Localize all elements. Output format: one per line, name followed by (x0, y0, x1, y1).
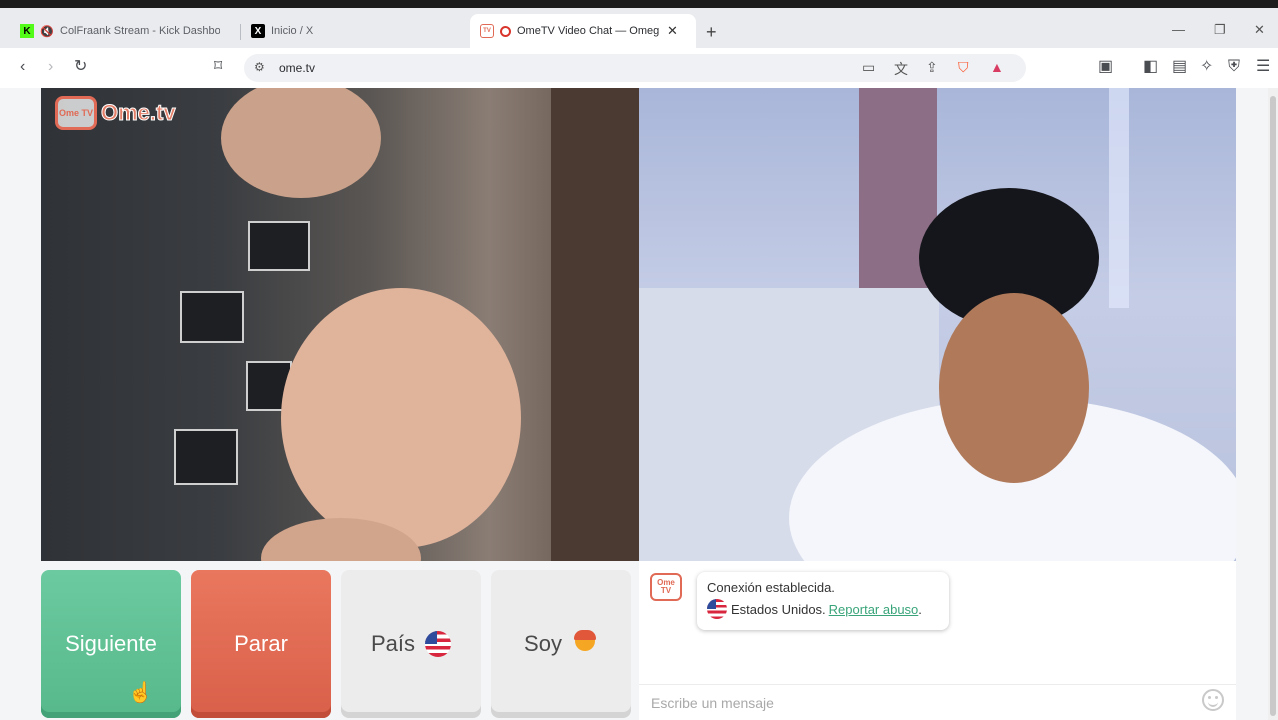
browser-toolbar: ‹ › ↻ ⌑ ⚙ ome.tv ▭ 文 ⇪ ⛉ ▲ ▣ ◧ ▤ ✧ ⛨ ☰ (0, 48, 1278, 88)
vpn-icon[interactable]: ⛨ (1228, 57, 1240, 77)
system-message: Conexión establecida. Estados Unidos. Re… (697, 572, 949, 630)
recording-icon (500, 25, 511, 37)
forward-icon[interactable]: › (48, 57, 53, 77)
message-input[interactable] (639, 684, 1236, 720)
close-window-icon[interactable]: ✕ (1254, 22, 1265, 38)
page-scrollbar[interactable] (1268, 88, 1278, 720)
country-button[interactable]: País (341, 570, 481, 718)
tab-label: OmeTV Video Chat — Omegl (517, 25, 659, 37)
tab-ometv[interactable]: TV OmeTV Video Chat — Omegl ✕ (470, 14, 696, 48)
muted-speaker-icon[interactable]: 🔇 (40, 24, 54, 38)
connection-status: Conexión establecida. (707, 580, 835, 595)
new-tab-button[interactable]: + (706, 22, 717, 43)
cast-icon[interactable]: ▭ (862, 59, 875, 76)
translate-icon[interactable]: 文 (894, 59, 908, 79)
url-text[interactable]: ome.tv (279, 61, 315, 75)
country-name: Estados Unidos. (731, 601, 826, 617)
window-top-edge (0, 0, 1278, 8)
next-button-label: Siguiente (65, 631, 157, 656)
emoji-icon[interactable] (1202, 689, 1224, 711)
country-line: Estados Unidos. Reportar abuso . (707, 599, 939, 619)
sidebar-icon[interactable]: ◧ (1143, 57, 1158, 77)
minimize-icon[interactable]: — (1172, 22, 1185, 37)
gender-button-label: Soy (524, 631, 562, 656)
restore-icon[interactable]: ❐ (1214, 22, 1226, 38)
male-avatar-icon (572, 630, 598, 657)
close-tab-icon[interactable]: ✕ (667, 23, 678, 39)
logo-tv-badge: Ome TV (55, 96, 97, 130)
tab-kick[interactable]: K 🔇 ColFraank Stream - Kick Dashboa (10, 14, 230, 48)
menu-icon[interactable]: ☰ (1256, 57, 1270, 77)
country-button-label: País (370, 631, 416, 656)
tab-bar: K 🔇 ColFraank Stream - Kick Dashboa X In… (0, 8, 1278, 48)
self-video (639, 88, 1236, 561)
hand-cursor-icon: ☝ (128, 682, 153, 704)
ometv-icon: TV (480, 24, 494, 38)
chat-panel: Ome TV Conexión establecida. Estados Uni… (639, 561, 1236, 720)
share-icon[interactable]: ⇪ (926, 59, 938, 76)
gender-button[interactable]: Soy (491, 570, 631, 718)
wallet-icon[interactable]: ▤ (1172, 57, 1187, 77)
logo-text: Ome.tv (101, 100, 177, 126)
brave-shields-icon[interactable]: ⛉ (958, 59, 969, 76)
ometv-page: Ome TV Ome.tv Siguiente Parar País Soy ☝… (0, 88, 1278, 720)
x-icon: X (251, 24, 265, 38)
ometv-chat-avatar: Ome TV (650, 573, 682, 601)
tab-x[interactable]: X Inicio / X (241, 14, 441, 48)
self-video-scene (639, 88, 1236, 561)
back-icon[interactable]: ‹ (20, 57, 25, 77)
us-flag-icon (707, 599, 727, 619)
address-bar[interactable]: ⚙ ome.tv ▭ 文 ⇪ ⛉ ▲ (244, 54, 1026, 82)
scrollbar-thumb[interactable] (1270, 96, 1276, 716)
ometv-logo[interactable]: Ome TV Ome.tv (55, 96, 176, 130)
kick-icon: K (20, 24, 34, 38)
next-button[interactable]: Siguiente (41, 570, 181, 718)
stranger-video-scene (174, 88, 639, 561)
us-flag-icon (425, 631, 452, 657)
reader-mode-icon[interactable]: ▣ (1098, 57, 1113, 77)
reload-icon[interactable]: ↻ (74, 57, 87, 77)
stranger-video: Ome TV Ome.tv (41, 88, 639, 561)
brave-rewards-icon[interactable]: ▲ (990, 59, 1004, 75)
site-settings-icon[interactable]: ⚙ (254, 60, 265, 74)
bookmark-icon[interactable]: ⌑ (214, 57, 222, 77)
stop-button[interactable]: Parar (191, 570, 331, 718)
stop-button-label: Parar (234, 631, 288, 656)
tab-label: ColFraank Stream - Kick Dashboa (60, 25, 220, 37)
report-suffix: . (918, 601, 922, 617)
leo-ai-icon[interactable]: ✧ (1200, 57, 1213, 77)
report-abuse-link[interactable]: Reportar abuso (829, 602, 919, 617)
tab-label: Inicio / X (271, 25, 314, 37)
